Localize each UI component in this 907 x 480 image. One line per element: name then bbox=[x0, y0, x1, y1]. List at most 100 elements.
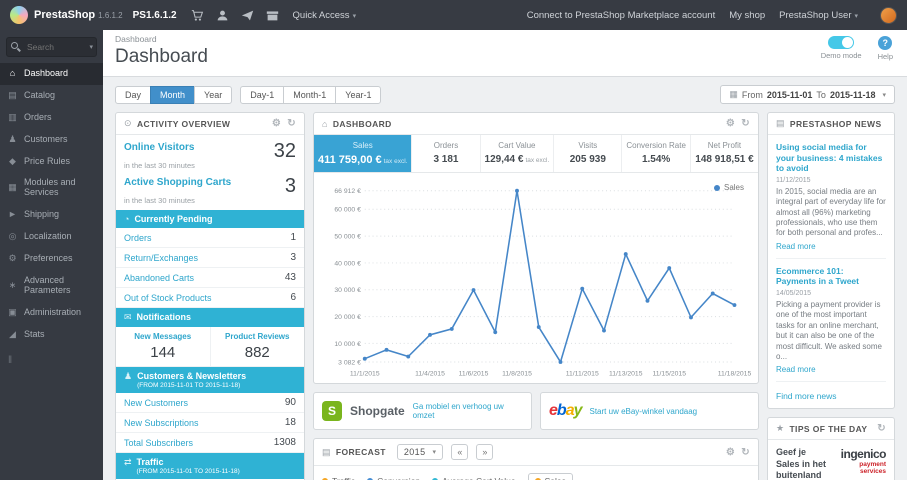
refresh-icon[interactable]: ↻ bbox=[877, 423, 886, 434]
kpi-conversion-rate[interactable]: Conversion Rate 1.54% bbox=[622, 135, 691, 172]
read-more-link[interactable]: Read more bbox=[776, 365, 886, 374]
cart-icon[interactable] bbox=[191, 9, 204, 22]
gear-icon[interactable]: ⚙ bbox=[726, 447, 735, 458]
svg-text:40 000 €: 40 000 € bbox=[334, 260, 361, 267]
search-input[interactable] bbox=[6, 37, 97, 57]
new-customers-value: 90 bbox=[284, 397, 296, 408]
traffic-icon: ⇄ bbox=[124, 457, 132, 467]
forecast-legend-conversion[interactable]: Conversion bbox=[367, 476, 420, 480]
sidebar-item-administration[interactable]: ▣ Administration bbox=[0, 302, 103, 324]
find-more-news-link[interactable]: Find more news bbox=[776, 389, 886, 401]
shopgate-logo-icon: S bbox=[322, 401, 342, 422]
tips-of-the-day-panel: ★ TIPS OF THE DAY ↻ Geef je Sales in het… bbox=[767, 417, 895, 480]
total-subscribers-link[interactable]: Total Subscribers bbox=[124, 438, 193, 448]
user-menu[interactable]: PrestaShop User ▾ bbox=[779, 10, 858, 21]
range-day-1-button[interactable]: Day-1 bbox=[240, 85, 285, 104]
section-title: Currently Pending bbox=[134, 214, 213, 224]
help-icon[interactable]: ? bbox=[878, 36, 893, 50]
active-carts-link[interactable]: Active Shopping Carts bbox=[124, 177, 231, 189]
sidebar-item-label: Modules and Services bbox=[24, 177, 76, 198]
gear-icon[interactable]: ⚙ bbox=[272, 118, 281, 129]
avatar[interactable] bbox=[880, 6, 897, 24]
forecast-legend-average-cart-value[interactable]: Average Cart Value bbox=[432, 476, 516, 480]
sidebar-item-preferences[interactable]: ⚙ Preferences bbox=[0, 248, 103, 270]
range-month-1-button[interactable]: Month-1 bbox=[283, 85, 337, 104]
panel-title: DASHBOARD bbox=[332, 118, 392, 129]
range-day-button[interactable]: Day bbox=[115, 85, 152, 104]
forecast-legend-sales[interactable]: Sales bbox=[527, 473, 573, 480]
date-range-picker[interactable]: ▦ From 2015-11-01 To 2015-11-18 ▾ bbox=[720, 85, 895, 104]
package-icon[interactable] bbox=[266, 9, 279, 22]
sidebar-item-price-rules[interactable]: ◆ Price Rules bbox=[0, 151, 103, 173]
range-year-1-button[interactable]: Year-1 bbox=[335, 85, 382, 104]
news-article-title[interactable]: Using social media for your business: 4 … bbox=[776, 142, 886, 174]
svg-text:30 000 €: 30 000 € bbox=[334, 287, 361, 294]
quick-access-menu[interactable]: Quick Access ▾ bbox=[293, 10, 357, 21]
sidebar-item-label: Administration bbox=[24, 306, 82, 317]
online-visitors-link[interactable]: Online Visitors bbox=[124, 142, 194, 154]
kpi-net-profit[interactable]: Net Profit 148 918,51 € bbox=[691, 135, 758, 172]
abandoned-carts-link[interactable]: Abandoned Carts bbox=[124, 273, 194, 283]
new-subscriptions-link[interactable]: New Subscriptions bbox=[124, 418, 199, 428]
date-from-value: 2015-11-01 bbox=[766, 89, 813, 100]
gear-icon: ⚙ bbox=[8, 253, 17, 264]
news-article: Ecommerce 101: Payments in a Tweet 14/05… bbox=[776, 266, 886, 383]
range-year-button[interactable]: Year bbox=[194, 85, 233, 104]
news-article-title[interactable]: Ecommerce 101: Payments in a Tweet bbox=[776, 266, 886, 287]
my-shop-link[interactable]: My shop bbox=[729, 10, 765, 21]
sidebar-item-advanced-parameters[interactable]: ∗ Advanced Parameters bbox=[0, 270, 103, 302]
clock-icon: ◔ bbox=[124, 214, 130, 224]
new-subscriptions-value: 18 bbox=[284, 417, 296, 428]
svg-text:60 000 €: 60 000 € bbox=[334, 207, 361, 214]
send-icon[interactable] bbox=[241, 9, 254, 22]
out-of-stock-link[interactable]: Out of Stock Products bbox=[124, 293, 212, 303]
kpi-sales[interactable]: Sales 411 759,00 € tax excl. bbox=[314, 135, 413, 172]
prev-year-button[interactable]: « bbox=[451, 444, 469, 461]
sidebar-item-customers[interactable]: ♟ Customers bbox=[0, 129, 103, 151]
toggle-switch-icon[interactable] bbox=[828, 36, 855, 49]
prestashop-logo-icon bbox=[10, 6, 28, 24]
product-reviews-link[interactable]: Product Reviews bbox=[215, 332, 301, 341]
ingenico-logo: ingenico payment services bbox=[836, 447, 887, 480]
refresh-icon[interactable]: ↻ bbox=[287, 118, 296, 129]
help-button[interactable]: ? Help bbox=[878, 36, 893, 61]
sidebar-item-catalog[interactable]: ▤ Catalog bbox=[0, 85, 103, 107]
marketplace-connect-link[interactable]: Connect to PrestaShop Marketplace accoun… bbox=[527, 10, 716, 21]
shop-version: PS1.6.1.2 bbox=[132, 9, 177, 21]
year-select[interactable]: 2015 ▾ bbox=[396, 444, 444, 461]
pending-row: Return/Exchanges 3 bbox=[116, 248, 304, 268]
refresh-icon[interactable]: ↻ bbox=[741, 118, 750, 129]
sidebar-item-stats[interactable]: ◢ Stats bbox=[0, 324, 103, 346]
new-messages-link[interactable]: New Messages bbox=[120, 332, 206, 341]
profile-icon[interactable] bbox=[216, 9, 229, 22]
sidebar-item-shipping[interactable]: ► Shipping bbox=[0, 204, 103, 226]
sales-line-chart[interactable]: 3 082 € 10 000 € 20 000 € 30 000 € 40 000 € 5… bbox=[320, 181, 752, 381]
demo-mode-toggle[interactable]: Demo mode bbox=[821, 36, 862, 61]
sidebar-item-dashboard[interactable]: ⌂ Dashboard bbox=[0, 63, 103, 85]
range-month-button[interactable]: Month bbox=[150, 85, 196, 104]
new-messages-cell: New Messages 144 bbox=[116, 327, 210, 366]
forecast-legend-traffic[interactable]: Traffic bbox=[322, 476, 355, 480]
main-content: Dashboard Dashboard Demo mode ? Help Day… bbox=[103, 30, 907, 480]
pending-orders-link[interactable]: Orders bbox=[124, 233, 152, 243]
kpi-visits[interactable]: Visits 205 939 bbox=[554, 135, 623, 172]
gear-icon[interactable]: ⚙ bbox=[726, 118, 735, 129]
new-customers-link[interactable]: New Customers bbox=[124, 398, 188, 408]
pending-returns-link[interactable]: Return/Exchanges bbox=[124, 253, 198, 263]
next-year-button[interactable]: » bbox=[476, 444, 494, 461]
sidebar-item-localization[interactable]: ◎ Localization bbox=[0, 226, 103, 248]
kpi-cart-value[interactable]: Cart Value 129,44 € tax excl. bbox=[481, 135, 555, 172]
ebay-link[interactable]: Start uw eBay-winkel vandaag bbox=[590, 407, 698, 417]
kpi-orders[interactable]: Orders 3 181 bbox=[412, 135, 481, 172]
svg-text:10 000 €: 10 000 € bbox=[334, 341, 361, 348]
chevron-down-icon[interactable]: ▾ bbox=[89, 43, 93, 51]
breadcrumb[interactable]: Dashboard bbox=[115, 34, 895, 44]
sidebar-collapse-button[interactable]: ‖ bbox=[0, 345, 103, 376]
sidebar-item-orders[interactable]: ▥ Orders bbox=[0, 107, 103, 129]
sidebar-item-modules[interactable]: ▦ Modules and Services bbox=[0, 172, 103, 204]
online-visitors-value: 32 bbox=[273, 140, 296, 162]
out-of-stock-value: 6 bbox=[290, 292, 296, 303]
refresh-icon[interactable]: ↻ bbox=[741, 447, 750, 458]
read-more-link[interactable]: Read more bbox=[776, 242, 886, 251]
shopgate-link[interactable]: Ga mobiel en verhoog uw omzet bbox=[413, 402, 523, 421]
